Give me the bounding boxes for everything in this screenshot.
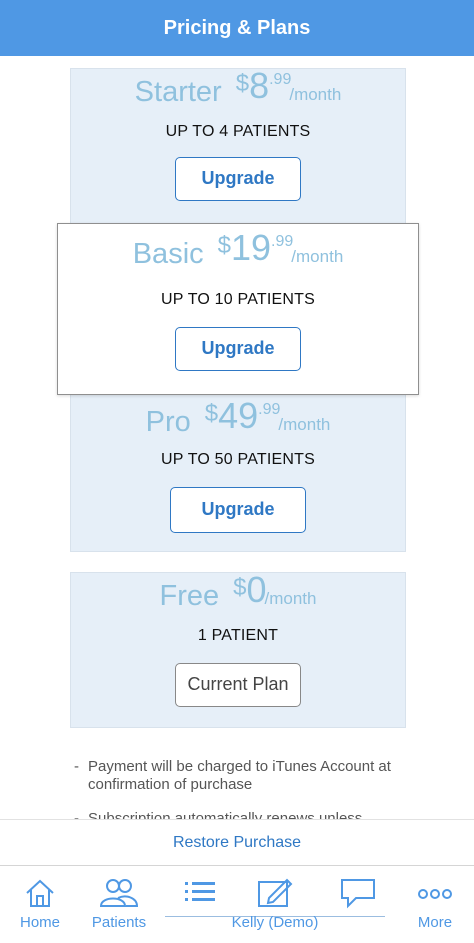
note-text: Subscription automatically renews unless xyxy=(88,810,363,819)
tab-label: Home xyxy=(19,914,60,931)
plan-amount: 8 xyxy=(249,65,270,106)
plan-period: /month xyxy=(278,415,331,434)
plan-basic-price: Basic $ 19 .99 /month xyxy=(58,230,418,269)
plan-free: Free $ 0 /month 1 PATIENT Current Plan xyxy=(70,572,406,728)
plan-cents: .99 xyxy=(269,71,292,88)
page-header: Pricing & Plans xyxy=(0,0,474,56)
more-icon xyxy=(418,889,452,899)
tab-bar: Home Patients Kelly (Demo) More xyxy=(0,865,474,943)
plans-content[interactable]: Starter $ 8 .99 /month UP TO 4 PATIENTS … xyxy=(0,56,474,819)
page-title: Pricing & Plans xyxy=(163,16,311,39)
plan-name: Pro xyxy=(145,406,191,438)
plan-amount: 0 xyxy=(246,569,267,610)
upgrade-starter-button[interactable]: Upgrade xyxy=(175,157,301,201)
tab-label: Kelly (Demo) xyxy=(231,914,319,931)
upgrade-basic-button[interactable]: Upgrade xyxy=(175,327,301,371)
upgrade-pro-button[interactable]: Upgrade xyxy=(170,487,306,533)
plan-period: /month xyxy=(264,589,317,608)
tab-kelly[interactable]: Kelly (Demo) xyxy=(230,866,320,943)
plan-patients: UP TO 4 PATIENTS xyxy=(165,123,311,140)
restore-purchase-button[interactable]: Restore Purchase xyxy=(173,834,301,852)
note-item: - Payment will be charged to iTunes Acco… xyxy=(74,758,414,794)
list-icon xyxy=(185,882,215,901)
plan-cents: .99 xyxy=(258,401,281,418)
plan-currency: $ xyxy=(217,232,231,259)
plan-currency: $ xyxy=(233,574,247,601)
tab-list[interactable] xyxy=(180,866,220,943)
subscription-notes: - Payment will be charged to iTunes Acco… xyxy=(74,758,414,819)
plan-basic: Basic $ 19 .99 /month UP TO 10 PATIENTS … xyxy=(57,223,419,395)
plan-amount: 19 xyxy=(231,227,272,268)
tab-label: More xyxy=(417,914,453,931)
plan-starter-price: Starter $ 8 .99 /month xyxy=(70,68,406,107)
plan-name: Starter xyxy=(134,76,222,108)
plan-name: Free xyxy=(159,580,220,612)
patients-icon xyxy=(99,879,139,907)
plan-period: /month xyxy=(291,247,344,266)
plan-currency: $ xyxy=(204,400,219,427)
tab-messages[interactable] xyxy=(336,866,380,943)
plan-period: /month xyxy=(289,85,342,104)
tab-label: Patients xyxy=(91,914,147,931)
tab-home[interactable]: Home xyxy=(12,866,68,943)
plan-pro: Pro $ 49 .99 /month UP TO 50 PATIENTS Up… xyxy=(70,398,406,548)
plan-currency: $ xyxy=(235,70,250,97)
plan-cents: .99 xyxy=(271,233,294,250)
tab-patients[interactable]: Patients xyxy=(86,866,152,943)
chat-icon xyxy=(341,879,375,909)
plan-amount: 49 xyxy=(218,395,259,436)
home-icon xyxy=(26,879,54,907)
restore-purchase-bar: Restore Purchase xyxy=(0,819,474,865)
note-text: Payment will be charged to iTunes Accoun… xyxy=(88,758,391,793)
edit-icon xyxy=(258,878,293,907)
plan-starter: Starter $ 8 .99 /month UP TO 4 PATIENTS … xyxy=(70,68,406,224)
current-plan-button[interactable]: Current Plan xyxy=(175,663,301,707)
note-item: - Subscription automatically renews unle… xyxy=(74,810,414,819)
plan-patients: UP TO 10 PATIENTS xyxy=(161,291,315,308)
plan-patients: 1 PATIENT xyxy=(197,627,279,644)
plan-pro-price: Pro $ 49 .99 /month xyxy=(70,398,406,437)
plan-name: Basic xyxy=(132,238,204,270)
tab-more[interactable]: More xyxy=(410,866,460,943)
plan-patients: UP TO 50 PATIENTS xyxy=(161,451,315,468)
plan-free-price: Free $ 0 /month xyxy=(70,572,406,611)
